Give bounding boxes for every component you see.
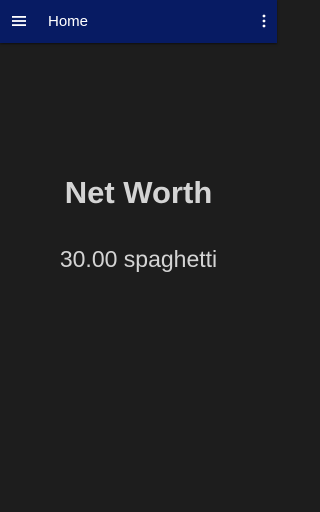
overflow-menu-button[interactable] [255,8,273,34]
app-screen: Home Net Worth 30.00 spaghetti [0,0,277,512]
hamburger-menu-icon [12,16,26,26]
menu-button[interactable] [6,8,32,34]
top-app-bar: Home [0,0,277,43]
page-title: Home [48,13,89,30]
more-vertical-icon [262,14,266,28]
main-content: Net Worth 30.00 spaghetti [0,43,277,512]
net-worth-amount: 30.00 spaghetti [59,246,218,272]
net-worth-heading: Net Worth [64,175,213,210]
